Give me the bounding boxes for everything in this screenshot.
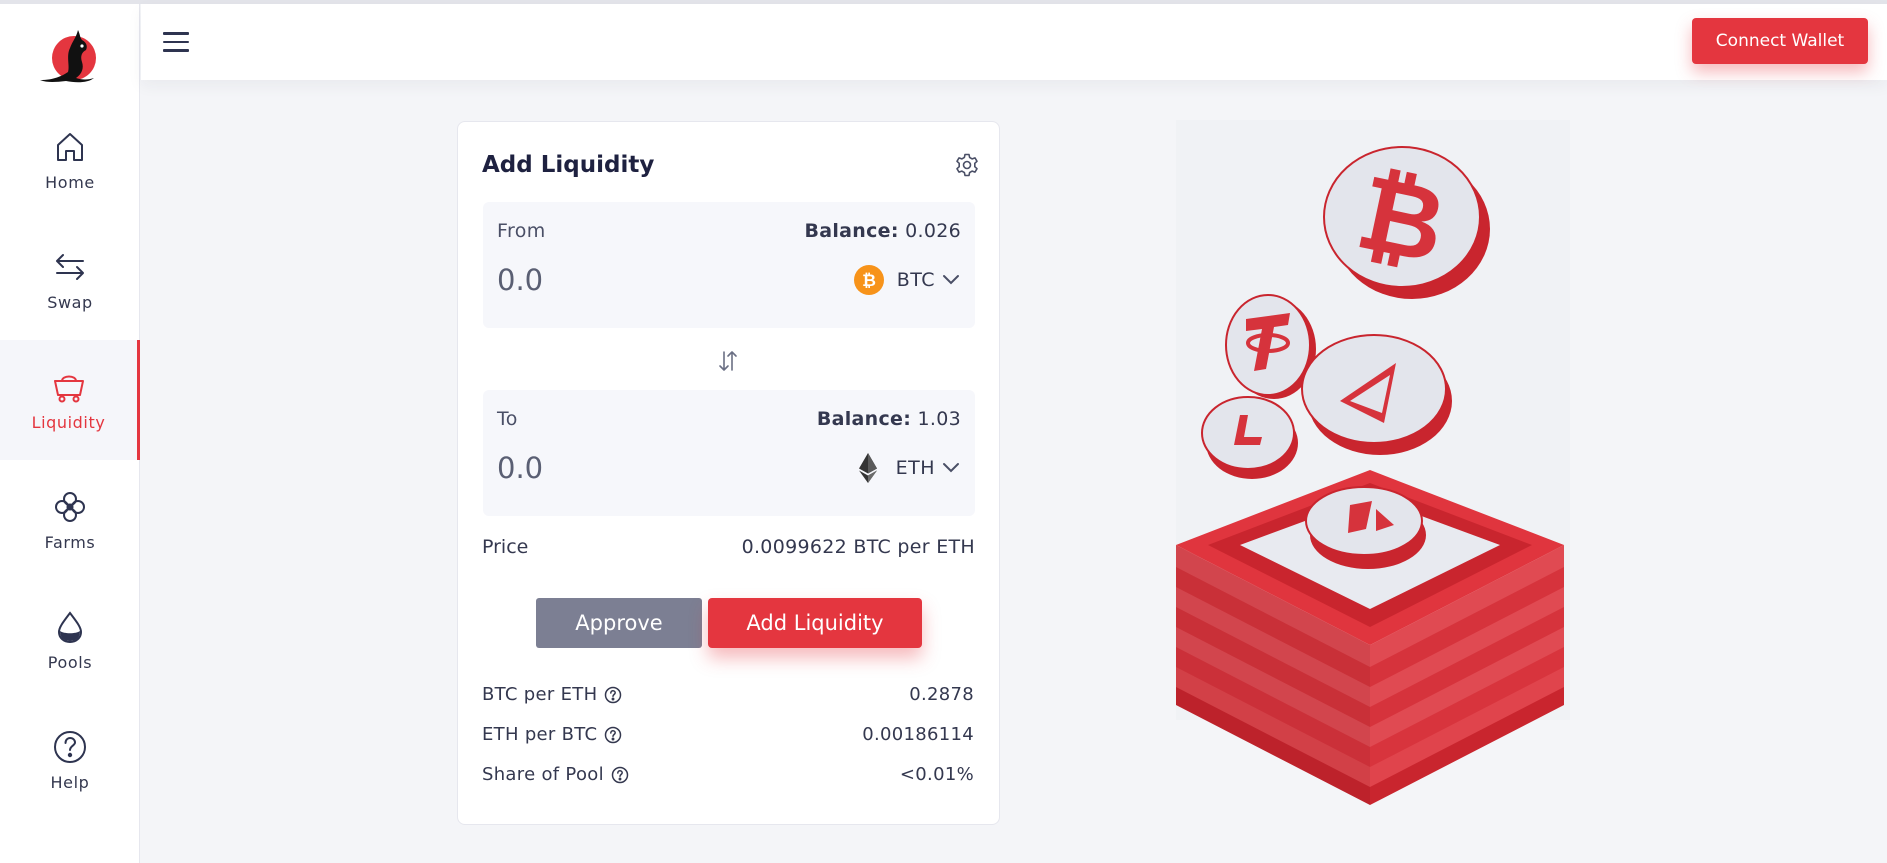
sidebar-item-farms[interactable]: Farms — [0, 460, 140, 580]
sidebar-item-label: Pools — [47, 652, 93, 672]
sidebar-item-label: Home — [45, 172, 95, 192]
sidebar: Home Swap Liquidity Farms Pools Help — [0, 4, 140, 863]
top-header: Connect Wallet — [141, 4, 1887, 80]
price-label: Price — [482, 536, 529, 558]
to-amount-input[interactable] — [497, 446, 737, 490]
farms-icon — [55, 491, 85, 522]
from-token-box: From Balance: 0.026 ₿ BTC — [483, 202, 975, 328]
cart-icon — [53, 375, 84, 402]
chevron-down-icon — [943, 275, 959, 285]
sidebar-item-home[interactable]: Home — [0, 100, 140, 220]
stat-value: 0.2878 — [909, 684, 974, 705]
question-circle-icon[interactable] — [611, 766, 629, 784]
stat-row-share-of-pool: Share of Pool <0.01% — [482, 764, 974, 792]
balance-value: 1.03 — [917, 408, 961, 430]
sidebar-item-liquidity[interactable]: Liquidity — [0, 340, 140, 460]
to-token-box: To Balance: 1.03 ETH — [483, 390, 975, 516]
from-balance: Balance: 0.026 — [804, 220, 961, 242]
swap-icon — [56, 253, 84, 280]
stat-row-eth-per-btc: ETH per BTC 0.00186114 — [482, 724, 974, 752]
swap-direction-icon[interactable] — [715, 348, 741, 374]
price-value: 0.0099622 BTC per ETH — [741, 536, 975, 558]
sidebar-item-label: Help — [50, 772, 90, 792]
gear-icon[interactable] — [954, 152, 980, 178]
add-liquidity-card: Add Liquidity From Balance: 0.026 ₿ BTC … — [457, 121, 1000, 825]
from-token-symbol: BTC — [896, 269, 935, 291]
sidebar-item-label: Farms — [44, 532, 96, 552]
add-liquidity-button[interactable]: Add Liquidity — [708, 598, 922, 648]
stat-label: ETH per BTC — [482, 724, 598, 745]
stat-label: BTC per ETH — [482, 684, 598, 705]
to-token-symbol: ETH — [895, 457, 935, 479]
question-circle-icon[interactable] — [604, 686, 622, 704]
stat-row-btc-per-eth: BTC per ETH 0.2878 — [482, 684, 974, 712]
question-circle-icon[interactable] — [604, 726, 622, 744]
sidebar-item-swap[interactable]: Swap — [0, 220, 140, 340]
stat-label: Share of Pool — [482, 764, 604, 785]
balance-value: 0.026 — [905, 220, 961, 242]
sidebar-item-label: Liquidity — [31, 412, 106, 432]
stat-value: 0.00186114 — [862, 724, 974, 745]
btc-icon: ₿ — [853, 265, 884, 295]
menu-icon[interactable] — [163, 32, 189, 54]
svg-text:₿: ₿ — [862, 271, 876, 291]
drop-icon — [57, 610, 83, 643]
sidebar-item-label: Swap — [47, 292, 93, 312]
eth-icon — [858, 453, 877, 483]
to-label: To — [497, 408, 518, 430]
coin-on-stack — [1305, 486, 1426, 569]
approve-button[interactable]: Approve — [536, 598, 702, 648]
to-balance: Balance: 1.03 — [817, 408, 961, 430]
from-token-select[interactable]: ₿ BTC — [853, 262, 961, 298]
to-token-select[interactable]: ETH — [852, 450, 961, 486]
balance-label: Balance: — [816, 408, 912, 430]
home-icon — [57, 132, 83, 161]
balance-label: Balance: — [804, 220, 899, 242]
chevron-down-icon — [943, 463, 959, 473]
from-label: From — [497, 220, 546, 242]
sidebar-item-pools[interactable]: Pools — [0, 580, 140, 700]
stat-value: <0.01% — [899, 764, 974, 785]
help-icon — [54, 730, 86, 763]
sidebar-item-help[interactable]: Help — [0, 700, 140, 820]
card-title: Add Liquidity — [482, 152, 655, 178]
from-amount-input[interactable] — [497, 258, 737, 302]
kangaroo-logo[interactable] — [36, 26, 100, 84]
connect-wallet-button[interactable]: Connect Wallet — [1692, 18, 1868, 64]
crypto-stack-illustration: ₿ — [1176, 120, 1570, 805]
